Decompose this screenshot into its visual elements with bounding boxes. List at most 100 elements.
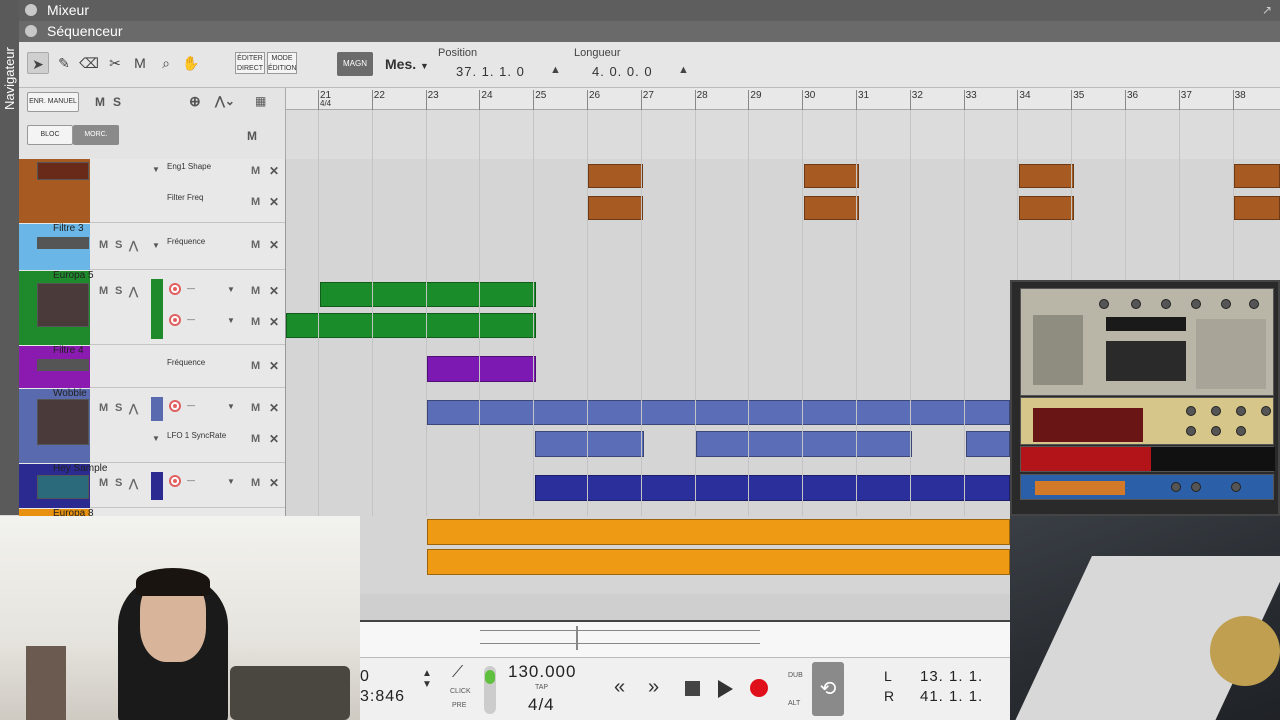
dub-label[interactable]: DUB: [788, 672, 803, 679]
collapse-caret-icon[interactable]: ▼: [152, 434, 160, 443]
track-row[interactable]: Wobble M S ⋀ — ▼ M ✕ ▼ LFO 1 SyncRate M …: [19, 388, 285, 463]
automation-clip[interactable]: [1019, 164, 1074, 188]
sequencer-grid-lower[interactable]: [360, 516, 1280, 620]
record-button[interactable]: [750, 679, 768, 697]
automation-clip[interactable]: [966, 431, 1010, 457]
cf-101-device[interactable]: [1020, 446, 1275, 472]
automation-clip[interactable]: [588, 196, 643, 220]
slider-handle[interactable]: [485, 670, 495, 684]
track-row[interactable]: ▼ Eng1 Shape M ✕ Filter Freq M ✕: [19, 159, 285, 223]
record-enable-button[interactable]: [169, 400, 181, 412]
magnify-icon[interactable]: ⌕: [155, 52, 177, 74]
knob[interactable]: [1171, 482, 1181, 492]
ruler-bar-number[interactable]: 24: [479, 90, 493, 110]
chevron-down-icon[interactable]: ▼: [227, 477, 235, 486]
expand-icon[interactable]: ↗: [1262, 3, 1272, 17]
length-stepper-icon[interactable]: ▲: [678, 64, 689, 76]
rv7000-device[interactable]: [1020, 474, 1274, 500]
compressor-neptune-device[interactable]: [1020, 288, 1274, 396]
chevron-down-icon[interactable]: ▼: [227, 402, 235, 411]
ruler-bar-number[interactable]: 32: [909, 90, 923, 110]
select-arrow-icon[interactable]: ➤: [27, 52, 49, 74]
mixer-toggle-dot[interactable]: [25, 4, 37, 16]
knob[interactable]: [1161, 299, 1171, 309]
automation-clip[interactable]: [696, 431, 912, 457]
ruler-bar-number[interactable]: 33: [963, 90, 977, 110]
note-clip[interactable]: [535, 475, 1010, 501]
lane-mode-icon[interactable]: —: [187, 401, 195, 410]
overview-region[interactable]: [480, 630, 760, 644]
snap-toggle-button[interactable]: MAGN: [337, 52, 373, 76]
ruler-bar-number[interactable]: 28: [694, 90, 708, 110]
track-row[interactable]: Europa 8: [19, 508, 285, 516]
knob[interactable]: [1191, 299, 1201, 309]
knob[interactable]: [1186, 406, 1196, 416]
mute-button[interactable]: M: [99, 285, 108, 297]
tempo-value[interactable]: 130.000: [508, 662, 576, 682]
timeline-ruler[interactable]: 21 22 23 24 25 26 27 28 29 30 31 32 33 34 35 36 37 38 4/4: [286, 88, 1280, 119]
tap-label[interactable]: TAP: [535, 684, 548, 691]
note-clip[interactable]: [427, 400, 1010, 425]
delete-lane-icon[interactable]: ✕: [269, 476, 279, 490]
record-enable-button[interactable]: [169, 283, 181, 295]
lane-mute-button[interactable]: M: [251, 239, 260, 251]
position-time[interactable]: 3:846: [360, 688, 405, 706]
delete-lane-icon[interactable]: ✕: [269, 432, 279, 446]
razor-icon[interactable]: ✂: [104, 52, 126, 74]
navigator-label[interactable]: Navigateur: [2, 30, 17, 110]
add-track-icon[interactable]: ⊕: [189, 93, 201, 110]
loop-toggle-icon[interactable]: ⟲: [812, 662, 844, 716]
chevron-down-icon[interactable]: ▼: [227, 285, 235, 294]
knob[interactable]: [1221, 299, 1231, 309]
knob[interactable]: [1191, 482, 1201, 492]
snap-value-select[interactable]: Mes. ▼: [385, 56, 429, 72]
knob[interactable]: [1211, 406, 1221, 416]
automation-icon[interactable]: ⋀: [129, 477, 138, 490]
ruler-bar-number[interactable]: 26: [586, 90, 600, 110]
automation-icon[interactable]: ⋀: [129, 285, 138, 298]
time-signature[interactable]: 4/4: [528, 695, 555, 715]
position-stepper-icon[interactable]: ▲: [550, 64, 561, 76]
note-clip[interactable]: [427, 519, 1010, 545]
position-stepper-icon[interactable]: ▲ ▼: [422, 668, 432, 690]
ruler-bar-number[interactable]: 29: [748, 90, 762, 110]
lane-mode-icon[interactable]: —: [187, 476, 195, 485]
mute-tool-icon[interactable]: M: [129, 52, 151, 74]
navigator-strip[interactable]: Navigateur: [0, 0, 19, 515]
lane-mute-button[interactable]: M: [251, 433, 260, 445]
ruler-bar-number[interactable]: 23: [425, 90, 439, 110]
edit-mode-button[interactable]: MODE ÉDITION: [267, 52, 297, 74]
track-name[interactable]: Wobble: [53, 388, 87, 399]
stop-icon[interactable]: [685, 681, 700, 696]
knob[interactable]: [1236, 406, 1246, 416]
ruler-bar-number[interactable]: 36: [1124, 90, 1138, 110]
ruler-bar-number[interactable]: 25: [533, 90, 546, 110]
knob[interactable]: [1131, 299, 1141, 309]
knob[interactable]: [1236, 426, 1246, 436]
automation-clip[interactable]: [427, 356, 536, 382]
delete-lane-icon[interactable]: ✕: [269, 401, 279, 415]
lane-mute-button[interactable]: M: [251, 477, 260, 489]
mute-button[interactable]: M: [99, 239, 108, 251]
delete-lane-icon[interactable]: ✕: [269, 195, 279, 209]
rewind-icon[interactable]: «: [614, 676, 625, 699]
grid-icon[interactable]: ▦: [255, 94, 266, 108]
delete-lane-icon[interactable]: ✕: [269, 164, 279, 178]
note-clip[interactable]: [320, 282, 536, 307]
sequencer-toggle-dot[interactable]: [25, 25, 37, 37]
chevron-down-icon[interactable]: ▼: [227, 316, 235, 325]
automation-clip[interactable]: [804, 164, 859, 188]
knob[interactable]: [1249, 299, 1259, 309]
alt-label[interactable]: ALT: [788, 700, 800, 707]
lane-mode-icon[interactable]: —: [187, 315, 195, 324]
collapse-caret-icon[interactable]: ▼: [152, 165, 160, 174]
automation-clip[interactable]: [1234, 196, 1280, 220]
bloc-button[interactable]: BLOC: [27, 125, 73, 145]
pencil-icon[interactable]: ✎: [53, 52, 75, 74]
mute-button[interactable]: M: [99, 402, 108, 414]
manual-rec-button[interactable]: ENR. MANUEL: [27, 92, 79, 112]
equalizer-device[interactable]: [1020, 397, 1274, 445]
track-row[interactable]: Hey Sample M S ⋀ — ▼ M ✕: [19, 463, 285, 508]
automation-clip[interactable]: [1019, 196, 1074, 220]
knob[interactable]: [1211, 426, 1221, 436]
